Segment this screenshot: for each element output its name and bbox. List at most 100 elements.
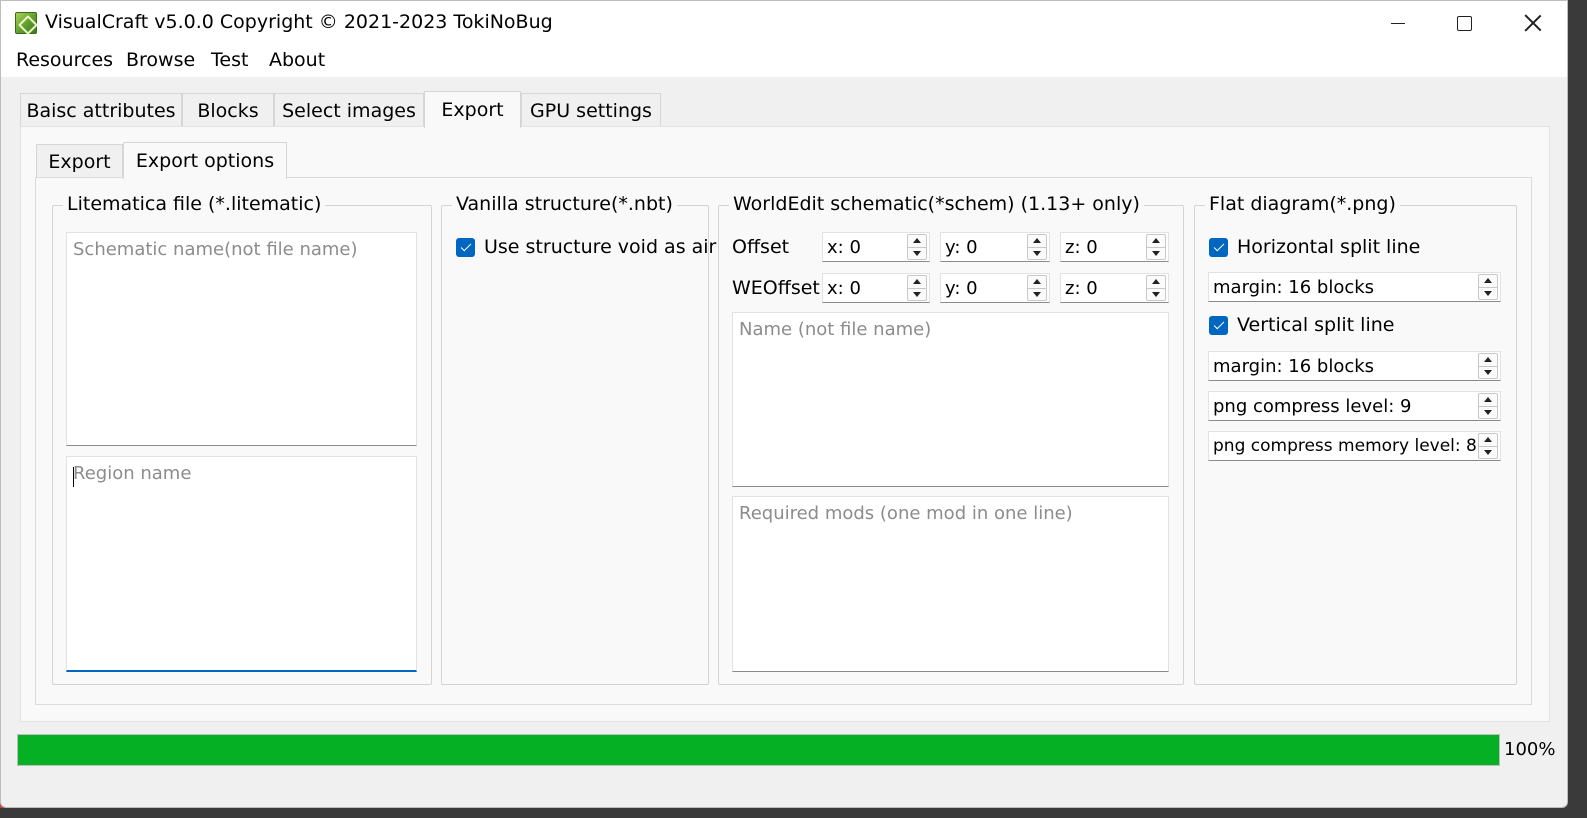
offset-z-value[interactable]: z: 0 xyxy=(1061,237,1146,258)
tab-export[interactable]: Export xyxy=(424,91,521,128)
spin-down-button[interactable] xyxy=(1028,287,1046,301)
subtab-export[interactable]: Export xyxy=(36,144,123,178)
png-compress-level-spinbox[interactable]: png compress level: 9 xyxy=(1208,391,1501,421)
spin-up-button[interactable] xyxy=(908,276,926,288)
spin-up-button[interactable] xyxy=(1479,434,1497,446)
offset-x-spin-arrows[interactable] xyxy=(907,234,927,260)
spin-down-button[interactable] xyxy=(1479,365,1497,379)
offset-z-spin-arrows[interactable] xyxy=(1146,234,1166,260)
offset-y-value[interactable]: y: 0 xyxy=(941,237,1027,258)
weoffset-x-spinbox[interactable]: x: 0 xyxy=(822,273,930,303)
worldedit-group: WorldEdit schematic(*schem) (1.13+ only)… xyxy=(718,193,1184,685)
tab-gpu-settings[interactable]: GPU settings xyxy=(521,93,661,127)
progress-percent-label: 100% xyxy=(1504,739,1556,760)
weoffset-label: WEOffset xyxy=(732,277,820,299)
menu-test[interactable]: Test xyxy=(211,49,248,71)
weoffset-y-spinbox[interactable]: y: 0 xyxy=(940,273,1050,303)
arrow-up-icon xyxy=(913,238,921,244)
offset-x-spinbox[interactable]: x: 0 xyxy=(822,232,930,262)
weoffset-z-value[interactable]: z: 0 xyxy=(1061,278,1146,299)
required-mods-input[interactable] xyxy=(732,496,1169,672)
menu-about[interactable]: About xyxy=(269,49,325,71)
vertical-margin-spinbox[interactable]: margin: 16 blocks xyxy=(1208,351,1501,381)
subtab-export-options[interactable]: Export options xyxy=(123,142,287,179)
spin-up-button[interactable] xyxy=(1147,276,1165,288)
weoffset-z-spin-arrows[interactable] xyxy=(1146,275,1166,301)
vertical-margin-value[interactable]: margin: 16 blocks xyxy=(1209,356,1478,377)
spin-up-button[interactable] xyxy=(1479,275,1497,287)
menu-resources[interactable]: Resources xyxy=(16,49,113,71)
maximize-button[interactable] xyxy=(1429,1,1499,45)
offset-x-value[interactable]: x: 0 xyxy=(823,237,907,258)
menu-browse[interactable]: Browse xyxy=(126,49,195,71)
spin-down-button[interactable] xyxy=(1479,405,1497,419)
use-void-checkbox[interactable] xyxy=(456,237,475,257)
weoffset-z-spinbox[interactable]: z: 0 xyxy=(1060,273,1169,303)
spin-down-button[interactable] xyxy=(1147,287,1165,301)
app-window: VisualCraft v5.0.0 Copyright © 2021-2023… xyxy=(0,0,1568,808)
vertical-split-checkbox[interactable] xyxy=(1209,315,1228,335)
offset-z-spinbox[interactable]: z: 0 xyxy=(1060,232,1169,262)
title-bar[interactable]: VisualCraft v5.0.0 Copyright © 2021-2023… xyxy=(1,1,1567,45)
flat-diagram-group-title: Flat diagram(*.png) xyxy=(1205,193,1400,215)
horizontal-split-row[interactable]: Horizontal split line xyxy=(1209,236,1420,258)
vertical-split-row[interactable]: Vertical split line xyxy=(1209,314,1394,336)
png-compress-memory-value[interactable]: png compress memory level: 8 xyxy=(1209,436,1478,456)
spin-down-button[interactable] xyxy=(1028,246,1046,260)
spin-up-button[interactable] xyxy=(1479,354,1497,366)
spin-down-button[interactable] xyxy=(1479,286,1497,300)
text-caret xyxy=(73,467,74,487)
maximize-icon xyxy=(1456,15,1472,31)
spin-down-button[interactable] xyxy=(908,287,926,301)
spin-up-button[interactable] xyxy=(908,235,926,247)
offset-label: Offset xyxy=(732,236,790,258)
spin-up-button[interactable] xyxy=(1028,235,1046,247)
litematica-group: Litematica file (*.litematic) xyxy=(52,193,432,685)
png-compress-memory-spin-arrows[interactable] xyxy=(1478,433,1498,459)
png-compress-level-spin-arrows[interactable] xyxy=(1478,393,1498,419)
spin-up-button[interactable] xyxy=(1479,394,1497,406)
png-compress-memory-spinbox[interactable]: png compress memory level: 8 xyxy=(1208,431,1501,461)
arrow-up-icon xyxy=(1484,397,1492,403)
minimize-button[interactable] xyxy=(1363,1,1433,45)
horizontal-split-checkbox[interactable] xyxy=(1209,237,1228,257)
weoffset-y-spin-arrows[interactable] xyxy=(1027,275,1047,301)
weoffset-x-spin-arrows[interactable] xyxy=(907,275,927,301)
spin-down-button[interactable] xyxy=(1147,246,1165,260)
checkmark-icon xyxy=(460,240,471,251)
close-button[interactable] xyxy=(1498,1,1567,45)
offset-y-spin-arrows[interactable] xyxy=(1027,234,1047,260)
spin-down-button[interactable] xyxy=(908,246,926,260)
required-mods-textarea[interactable] xyxy=(733,497,1168,671)
tab-blocks[interactable]: Blocks xyxy=(182,93,274,127)
weoffset-x-value[interactable]: x: 0 xyxy=(823,278,907,299)
vertical-split-label: Vertical split line xyxy=(1237,314,1395,336)
horizontal-margin-spin-arrows[interactable] xyxy=(1478,274,1498,300)
worldedit-group-title: WorldEdit schematic(*schem) (1.13+ only) xyxy=(729,193,1144,215)
use-void-checkbox-row[interactable]: Use structure void as air xyxy=(456,236,716,258)
schematic-name-input[interactable] xyxy=(66,232,417,446)
export-options-panel: Litematica file (*.litematic) Vanilla st… xyxy=(35,177,1532,705)
png-compress-level-value[interactable]: png compress level: 9 xyxy=(1209,396,1478,417)
arrow-up-icon xyxy=(1484,437,1492,443)
tab-select-images[interactable]: Select images xyxy=(274,93,424,127)
region-name-textarea[interactable] xyxy=(67,457,416,670)
we-name-input[interactable] xyxy=(732,312,1169,487)
arrow-up-icon xyxy=(1152,279,1160,285)
spin-down-button[interactable] xyxy=(1479,445,1497,459)
offset-y-spinbox[interactable]: y: 0 xyxy=(940,232,1050,262)
horizontal-margin-value[interactable]: margin: 16 blocks xyxy=(1209,277,1478,298)
tab-basic-attributes[interactable]: Baisc attributes xyxy=(20,93,182,127)
spin-up-button[interactable] xyxy=(1147,235,1165,247)
spin-up-button[interactable] xyxy=(1028,276,1046,288)
vertical-margin-spin-arrows[interactable] xyxy=(1478,353,1498,379)
we-name-textarea[interactable] xyxy=(733,313,1168,486)
weoffset-y-value[interactable]: y: 0 xyxy=(941,278,1027,299)
app-logo-icon xyxy=(15,12,37,34)
checkmark-icon xyxy=(1213,240,1224,251)
litematica-group-title: Litematica file (*.litematic) xyxy=(63,193,326,215)
region-name-input[interactable] xyxy=(66,456,417,672)
window-title: VisualCraft v5.0.0 Copyright © 2021-2023… xyxy=(45,11,553,33)
horizontal-margin-spinbox[interactable]: margin: 16 blocks xyxy=(1208,272,1501,302)
schematic-name-textarea[interactable] xyxy=(67,233,416,445)
